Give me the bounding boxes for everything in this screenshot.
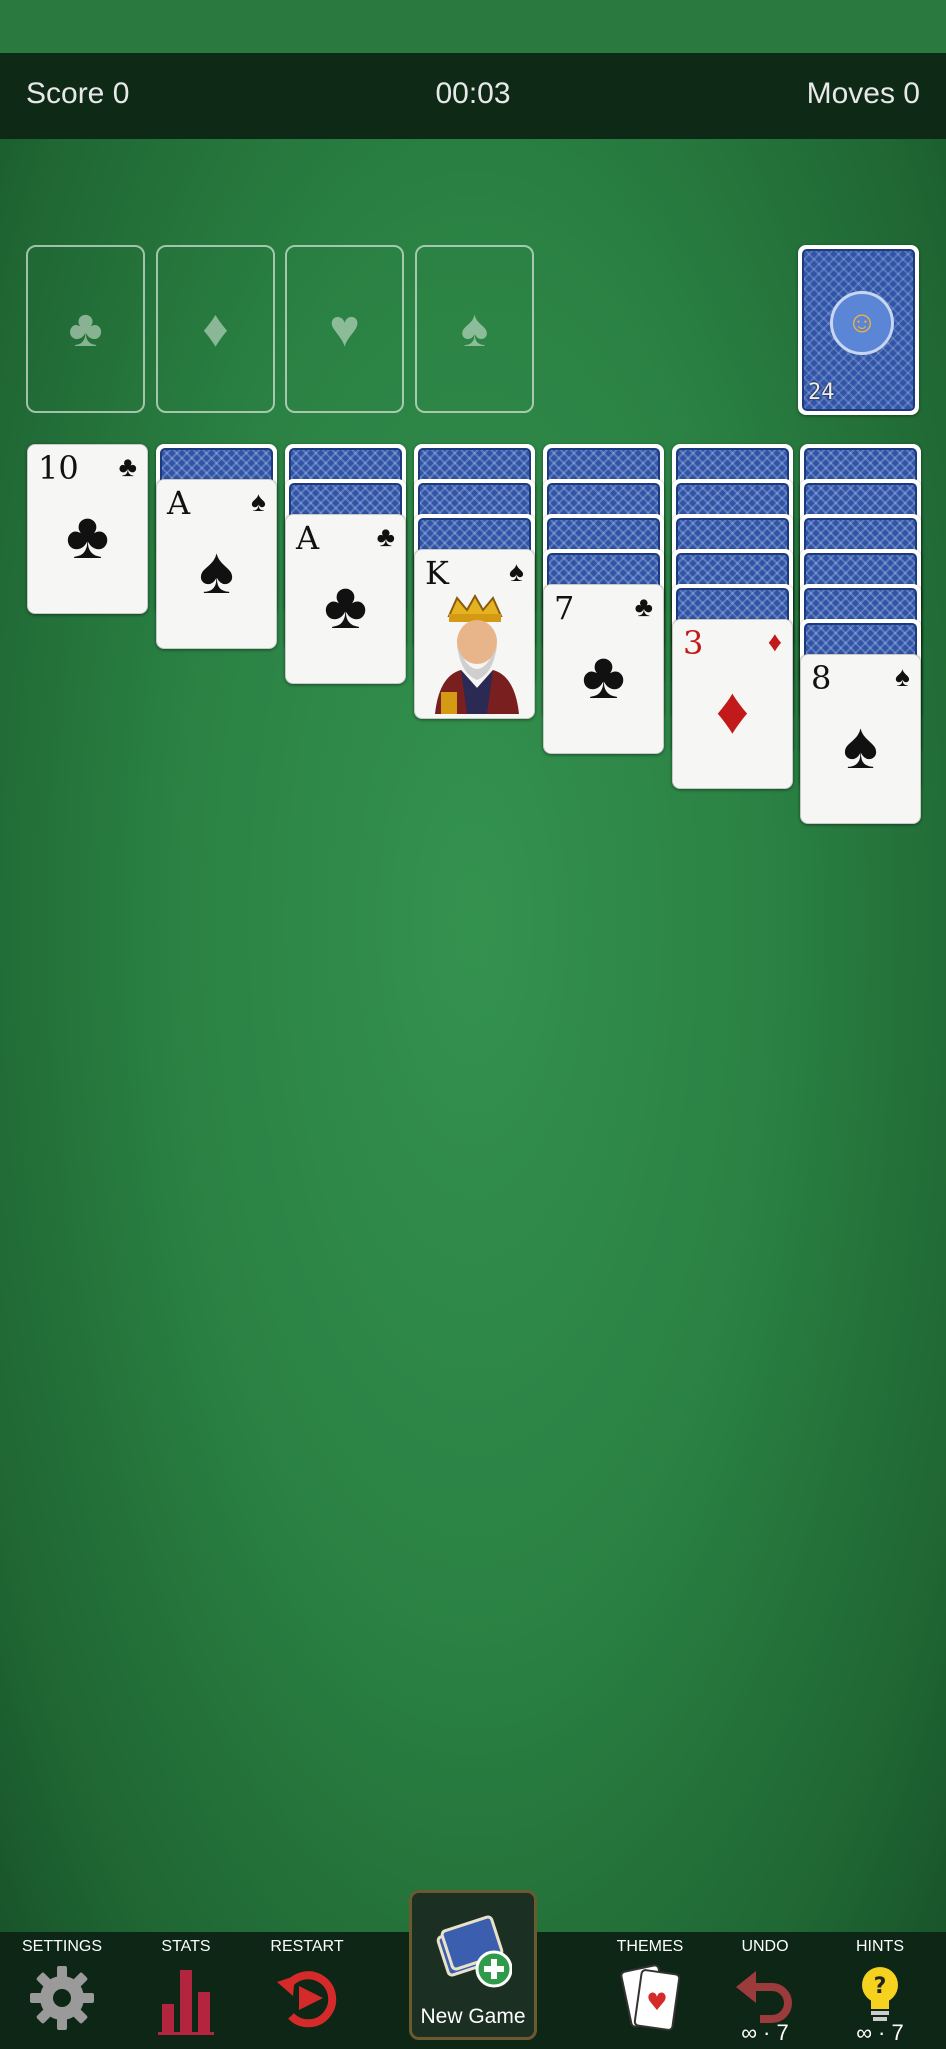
undo-count: ∞ · 7 [741, 2020, 789, 2045]
foundation-diamonds[interactable]: ♦ [156, 245, 275, 413]
foundation-spades[interactable]: ♠ [415, 245, 534, 413]
new-deck-icon [436, 1915, 512, 1988]
restart-icon [277, 1971, 337, 2028]
tableau-card-k-spade[interactable]: K ♠ [414, 549, 535, 719]
bar-chart-icon [158, 1970, 214, 2035]
club-icon: ♣ [68, 300, 103, 358]
stats-label: STATS [161, 1938, 211, 1955]
mascot-icon: ☺ [830, 291, 894, 355]
restart-button[interactable]: RESTART [257, 1932, 357, 2036]
card-rank: 7 [554, 589, 575, 627]
tableau-card-10-club[interactable]: 10 ♣ ♣ [27, 444, 148, 614]
spade-center-icon: ♠ [198, 533, 235, 607]
club-icon: ♣ [376, 521, 395, 552]
svg-text:?: ? [874, 1974, 887, 1999]
tableau-card-a-spade[interactable]: A ♠ ♠ [156, 479, 277, 649]
lightbulb-icon: ? [862, 1967, 898, 2021]
foundation-hearts[interactable]: ♥ [285, 245, 404, 413]
king-portrait-icon [435, 593, 519, 714]
card-rank: 8 [811, 659, 832, 697]
spade-icon: ♠ [460, 300, 489, 358]
tableau-card-8-spade[interactable]: 8 ♠ ♠ [800, 654, 921, 824]
themes-button[interactable]: THEMES ♥ [600, 1932, 700, 2036]
hints-label: HINTS [856, 1938, 904, 1955]
undo-arrow-icon [736, 1971, 792, 2023]
gear-icon [30, 1966, 94, 2030]
spade-icon: ♠ [251, 486, 266, 517]
card-back: ☺ 24 [802, 249, 915, 411]
card-rank: A [167, 484, 191, 522]
heart-icon: ♥ [329, 300, 360, 358]
hints-button[interactable]: HINTS ? ∞ · 7 [830, 1932, 930, 2045]
diamond-icon: ♦ [767, 626, 782, 657]
spade-center-icon: ♠ [842, 708, 879, 782]
club-icon: ♣ [634, 591, 653, 622]
stock-count: 24 [808, 380, 835, 405]
restart-label: RESTART [270, 1938, 344, 1955]
card-rank: A [296, 519, 320, 557]
timer-label: 00:03 [435, 77, 511, 110]
undo-button[interactable]: UNDO ∞ · 7 [715, 1932, 815, 2045]
new-game-label: New Game [420, 2005, 526, 2028]
hints-count: ∞ · 7 [856, 2020, 904, 2045]
club-center-icon: ♣ [323, 568, 368, 642]
diamond-icon: ♦ [202, 300, 229, 358]
tableau-card-3-diamond[interactable]: 3 ♦ ♦ [672, 619, 793, 789]
diamond-center-icon: ♦ [715, 673, 750, 747]
club-center-icon: ♣ [65, 498, 110, 572]
settings-label: SETTINGS [21, 1938, 102, 1955]
svg-text:♥: ♥ [646, 1988, 668, 2016]
stock-pile[interactable]: ☺ 24 [798, 245, 919, 415]
themes-label: THEMES [616, 1938, 684, 1955]
card-rank: 3 [683, 624, 704, 662]
new-game-button[interactable]: New Game [409, 1890, 537, 2040]
foundation-clubs[interactable]: ♣ [26, 245, 145, 413]
tableau-card-a-club[interactable]: A ♣ ♣ [285, 514, 406, 684]
status-strip [0, 0, 946, 53]
undo-label: UNDO [741, 1938, 789, 1955]
card-rank: 10 [38, 449, 79, 487]
themes-cards-icon: ♥ [620, 1964, 681, 2031]
club-center-icon: ♣ [581, 638, 626, 712]
card-rank: K [425, 554, 449, 592]
spade-icon: ♠ [509, 556, 524, 587]
club-icon: ♣ [118, 451, 137, 482]
settings-button[interactable]: SETTINGS [12, 1932, 112, 2036]
moves-label: Moves 0 [806, 77, 920, 110]
game-header: Score 0 00:03 Moves 0 [0, 53, 946, 139]
tableau-card-7-club[interactable]: 7 ♣ ♣ [543, 584, 664, 754]
stats-button[interactable]: STATS [136, 1932, 236, 2036]
spade-icon: ♠ [895, 661, 910, 692]
